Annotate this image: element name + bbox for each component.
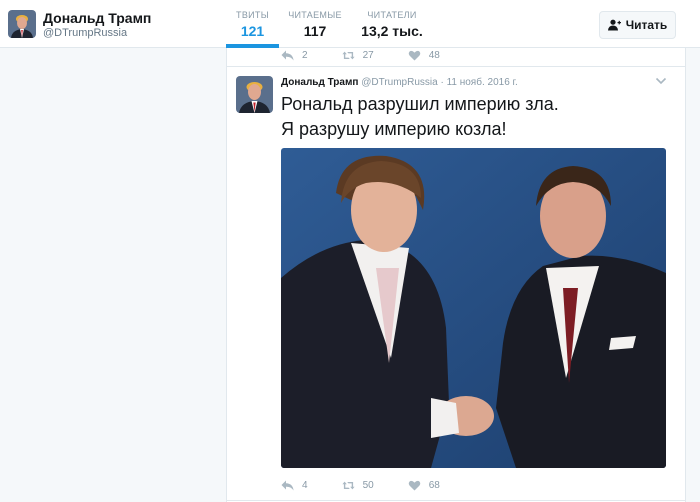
timeline: 2 27 48 Дональд Трамп @DTrumpRussia · 11… [226,48,686,502]
profile-handle: @DTrumpRussia [43,27,128,39]
prev-tweet-actions: 2 27 48 [281,47,474,63]
stat-followers[interactable]: ЧИТАТЕЛИ 13,2 тыс. [357,10,427,39]
tweet-divider [227,500,685,501]
reply-count: 4 [302,479,308,491]
reply-count: 2 [302,49,308,61]
add-user-icon [607,19,621,31]
tweet-author-name[interactable]: Дональд Трамп [281,77,358,88]
stat-followers-value: 13,2 тыс. [361,23,423,39]
retweet-count: 27 [362,49,374,61]
reply-icon [281,50,294,60]
reply-icon [281,480,294,490]
tweet-actions: 4 50 68 [281,477,474,493]
follow-button-label: Читать [625,18,668,32]
stat-tweets[interactable]: ТВИТЫ 121 [226,10,279,39]
retweet-action[interactable]: 50 [341,479,374,491]
heart-icon [408,480,420,490]
tweet-text-line: Я разрушу империю козла! [281,119,507,139]
retweet-action[interactable]: 27 [341,49,374,61]
profile-nav-bar: Дональд Трамп @DTrumpRussia ТВИТЫ 121 ЧИ… [0,0,700,48]
like-count: 48 [428,49,440,61]
reply-action[interactable]: 2 [281,50,308,61]
chevron-down-icon[interactable] [655,76,667,86]
stat-tweets-value: 121 [240,23,265,39]
stat-followers-label: ЧИТАТЕЛИ [367,10,417,20]
tweet-divider [227,66,685,67]
retweet-icon [341,481,355,489]
like-count: 68 [428,479,440,491]
tweet-photo[interactable] [281,148,666,468]
stat-following[interactable]: ЧИТАЕМЫЕ 117 [285,10,345,39]
stat-tweets-label: ТВИТЫ [236,10,269,20]
follow-button[interactable]: Читать [599,11,676,39]
tweet-text-line: Рональд разрушил империю зла. [281,94,559,114]
reply-action[interactable]: 4 [281,480,308,491]
stat-following-value: 117 [303,23,327,39]
like-action[interactable]: 48 [408,50,440,61]
profile-avatar[interactable] [8,10,36,38]
tweet-text: Рональд разрушил империю зла. Я разрушу … [281,92,681,142]
tweet-author-avatar[interactable] [236,76,273,113]
left-sidebar [0,48,226,502]
like-action[interactable]: 68 [408,480,440,491]
retweet-icon [341,51,355,59]
heart-icon [408,50,420,60]
tweet-header: Дональд Трамп @DTrumpRussia · 11 нояб. 2… [281,77,518,88]
tweet-timestamp[interactable]: 11 нояб. 2016 г. [447,77,518,88]
retweet-count: 50 [362,479,374,491]
profile-name[interactable]: Дональд Трамп [43,10,151,26]
tweet-author-handle[interactable]: @DTrumpRussia [361,77,437,88]
stat-following-label: ЧИТАЕМЫЕ [288,10,342,20]
